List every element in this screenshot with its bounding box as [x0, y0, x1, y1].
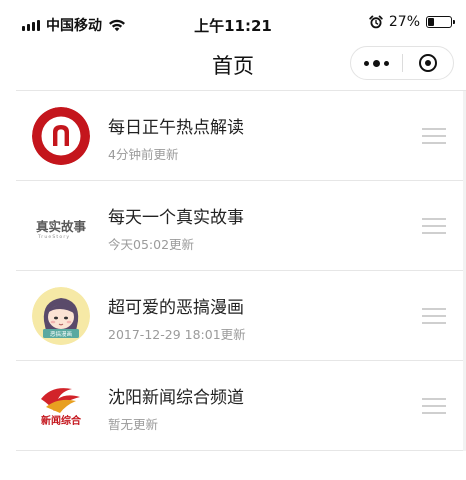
navigation-bar: 首页	[0, 44, 466, 90]
svg-text:TrueStory: TrueStory	[37, 234, 70, 240]
battery-icon	[426, 16, 455, 28]
status-bar: 中国移动 上午11:21 27%	[0, 0, 466, 44]
close-mini-program-button[interactable]	[403, 47, 454, 79]
list-item[interactable]: 恶搞漫画 超可爱的恶搞漫画 2017-12-29 18:01更新	[16, 271, 466, 361]
item-update-time: 今天05:02更新	[108, 237, 195, 252]
mini-program-capsule	[350, 46, 454, 80]
screen: 中国移动 上午11:21 27% 首页 每日正午热点解读 4分钟前更新 真实故事…	[0, 0, 466, 480]
true-story-logo-icon: 真实故事 TrueStory	[32, 197, 90, 255]
item-title: 每日正午热点解读	[108, 118, 244, 138]
drag-handle-icon[interactable]	[422, 398, 446, 414]
list-item[interactable]: 真实故事 TrueStory 每天一个真实故事 今天05:02更新	[16, 181, 466, 271]
red-n-logo-icon	[32, 107, 90, 165]
item-update-time: 暂无更新	[108, 417, 159, 432]
item-update-time: 2017-12-29 18:01更新	[108, 327, 246, 342]
target-circle-icon	[418, 54, 437, 72]
item-update-time: 4分钟前更新	[108, 147, 179, 162]
news-channel-logo-icon: 新闻综合	[32, 377, 90, 435]
list-item[interactable]: 新闻综合 沈阳新闻综合频道 暂无更新	[16, 361, 466, 451]
item-title: 超可爱的恶搞漫画	[108, 298, 244, 318]
list-item[interactable]: 每日正午热点解读 4分钟前更新	[16, 91, 466, 181]
more-menu-button[interactable]	[351, 47, 402, 79]
dot-icon	[383, 60, 389, 66]
cartoon-girl-avatar-icon: 恶搞漫画	[32, 287, 90, 345]
status-right: 27%	[369, 14, 455, 30]
battery-fill	[428, 18, 435, 26]
svg-text:真实故事: 真实故事	[36, 219, 87, 234]
subscription-list: 每日正午热点解读 4分钟前更新 真实故事 TrueStory 每天一个真实故事 …	[16, 91, 466, 451]
battery-percent: 27%	[388, 14, 420, 30]
item-title: 沈阳新闻综合频道	[108, 388, 244, 408]
alarm-clock-icon	[369, 15, 383, 29]
svg-text:恶搞漫画: 恶搞漫画	[50, 330, 72, 338]
dot-icon	[363, 60, 369, 66]
item-title: 每天一个真实故事	[108, 208, 244, 228]
dot-icon	[372, 59, 380, 67]
drag-handle-icon[interactable]	[422, 308, 446, 324]
drag-handle-icon[interactable]	[422, 128, 446, 144]
drag-handle-icon[interactable]	[422, 218, 446, 234]
svg-text:新闻综合: 新闻综合	[41, 414, 82, 427]
